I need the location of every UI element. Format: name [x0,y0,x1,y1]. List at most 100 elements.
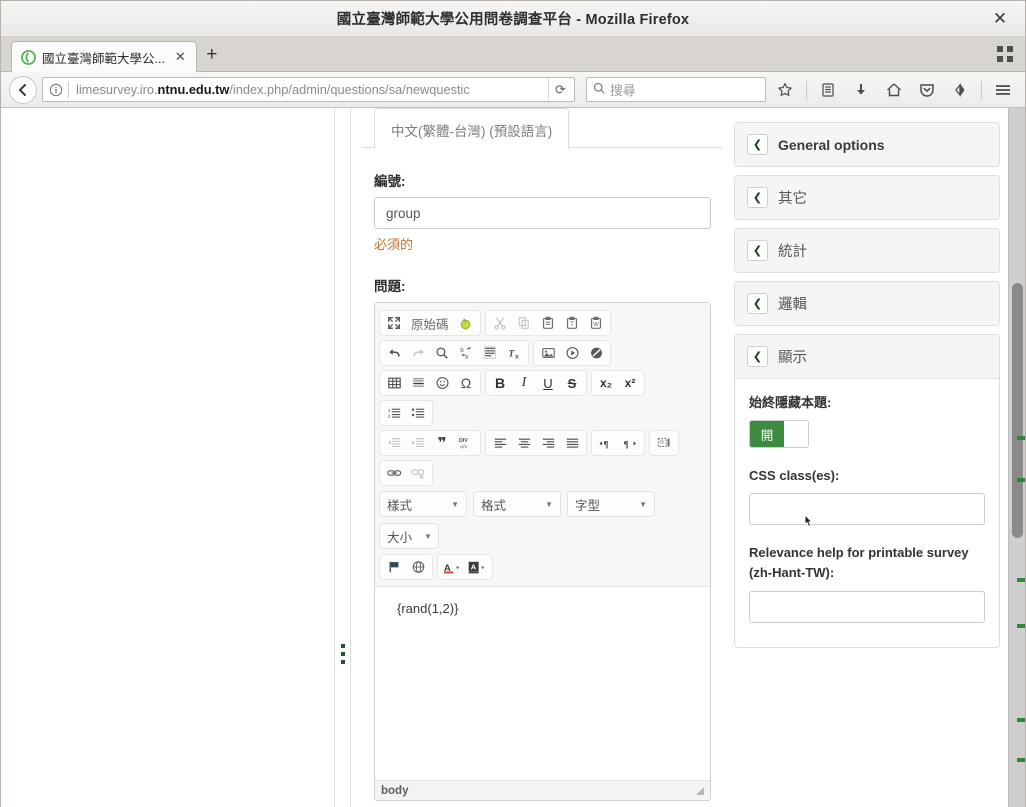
size-select[interactable]: 大小 ▼ [379,523,439,549]
cut-icon[interactable] [488,312,512,334]
unlink-icon[interactable] [406,462,430,484]
code-input[interactable] [374,197,711,229]
special-char-icon[interactable]: Ω [454,372,478,394]
remove-format-icon[interactable]: Tx [502,342,526,364]
undo-icon[interactable] [382,342,406,364]
svg-text:1: 1 [387,408,390,414]
splitter-grip-icon[interactable] [341,644,345,664]
image-icon[interactable] [536,342,560,364]
sync-icon[interactable] [946,76,974,104]
editor-element-path[interactable]: body [381,785,408,797]
library-icon[interactable] [814,76,842,104]
tab-close-icon[interactable]: ✕ [171,49,190,65]
editor-group-scripts: x₂ x² [591,370,645,396]
rtl-icon[interactable]: ¶ [618,432,642,454]
text-color-icon[interactable]: A [440,556,465,578]
replace-icon[interactable]: ba [454,342,478,364]
bulleted-list-icon[interactable] [406,402,430,424]
globe-icon[interactable] [406,556,430,578]
new-tab-button[interactable]: + [197,39,227,70]
source-icon[interactable]: 原始碼 [406,312,454,334]
format-select[interactable]: 格式 ▼ [473,491,561,517]
editor-toolbar-row-1: 原始碼 T W [379,308,706,338]
editor-toolbar-row-5 [379,458,706,488]
superscript-icon[interactable]: x² [618,372,642,394]
question-label: 問題: [374,279,406,294]
browser-tab[interactable]: 國立臺灣師範大學公... ✕ [11,41,197,72]
paste-icon[interactable] [536,312,560,334]
redo-icon[interactable] [406,342,430,364]
subscript-icon[interactable]: x₂ [594,372,618,394]
chevron-left-icon[interactable]: ❮ [747,134,768,155]
chevron-left-icon[interactable]: ❮ [747,293,768,314]
paste-word-icon[interactable]: W [584,312,608,334]
find-icon[interactable] [430,342,454,364]
outdent-icon[interactable] [382,432,406,454]
font-select[interactable]: 字型 ▼ [567,491,655,517]
grid-icon[interactable] [997,46,1013,62]
chevron-left-icon[interactable]: ❮ [747,346,768,367]
align-center-icon[interactable] [512,432,536,454]
indent-icon[interactable] [406,432,430,454]
panel-display-header[interactable]: ❮ 顯示 [735,335,999,379]
page-scrollbar[interactable] [1008,108,1025,807]
page-viewport: 中文(繁體-台灣) (預設語言) 編號: 必須的 問題: [1,108,1025,807]
align-left-icon[interactable] [488,432,512,454]
panel-other-header[interactable]: ❮ 其它 [735,176,999,219]
window-close-button[interactable]: ✕ [985,1,1015,37]
svg-text:x: x [514,353,518,360]
div-container-icon[interactable]: DIV </> [454,432,478,454]
show-blocks-icon[interactable] [652,432,676,454]
star-icon[interactable] [771,76,799,104]
italic-icon[interactable]: I [512,372,536,394]
flash-icon[interactable] [584,342,608,364]
link-icon[interactable] [382,462,406,484]
editor-content-area[interactable]: {rand(1,2)} [375,587,710,780]
identity-info-icon[interactable] [49,83,63,97]
template-icon[interactable] [454,312,478,334]
site-favicon-icon [21,49,36,65]
editor-toolbar-row-7: A A [379,552,706,582]
panel-splitter[interactable] [335,108,351,807]
panel-general-options-header[interactable]: ❮ General options [735,123,999,166]
svg-text:W: W [593,322,599,328]
bg-color-icon[interactable]: A [465,556,490,578]
blockquote-icon[interactable]: ❞ [430,432,454,454]
language-tab-default[interactable]: 中文(繁體-台灣) (預設語言) [374,108,570,149]
copy-icon[interactable] [512,312,536,334]
numbered-list-icon[interactable]: 12 [382,402,406,424]
strike-icon[interactable]: S [560,372,584,394]
pocket-icon[interactable] [913,76,941,104]
back-button[interactable] [9,75,37,104]
bold-icon[interactable]: B [488,372,512,394]
page-scrollbar-thumb[interactable] [1012,283,1023,538]
select-all-icon[interactable] [478,342,502,364]
panel-logic-header[interactable]: ❮ 邏輯 [735,282,999,325]
ltr-icon[interactable]: ¶ [594,432,618,454]
panel-statistics-header[interactable]: ❮ 統計 [735,229,999,272]
horizontal-rule-icon[interactable] [406,372,430,394]
justify-icon[interactable] [560,432,584,454]
relevance-help-input[interactable] [749,590,985,623]
reload-button[interactable]: ⟳ [548,78,572,101]
resize-handle-icon[interactable] [696,786,704,795]
css-class-input[interactable] [749,493,985,526]
styles-select[interactable]: 樣式 ▼ [379,491,467,517]
align-right-icon[interactable] [536,432,560,454]
paste-text-icon[interactable]: T [560,312,584,334]
smiley-icon[interactable] [430,372,454,394]
editor-group-objects: Ω [379,370,481,396]
chevron-left-icon[interactable]: ❮ [747,187,768,208]
media-icon[interactable] [560,342,584,364]
always-hide-toggle[interactable]: 開 [749,420,809,449]
table-icon[interactable] [382,372,406,394]
url-bar[interactable]: limesurvey.iro.ntnu.edu.tw/index.php/adm… [42,77,575,102]
menu-icon[interactable] [989,76,1017,104]
chevron-left-icon[interactable]: ❮ [747,240,768,261]
underline-icon[interactable]: U [536,372,560,394]
home-icon[interactable] [880,76,908,104]
downloads-icon[interactable] [847,76,875,104]
flag-icon[interactable] [382,556,406,578]
maximize-icon[interactable] [382,312,406,334]
search-bar[interactable]: 搜尋 [586,77,766,102]
